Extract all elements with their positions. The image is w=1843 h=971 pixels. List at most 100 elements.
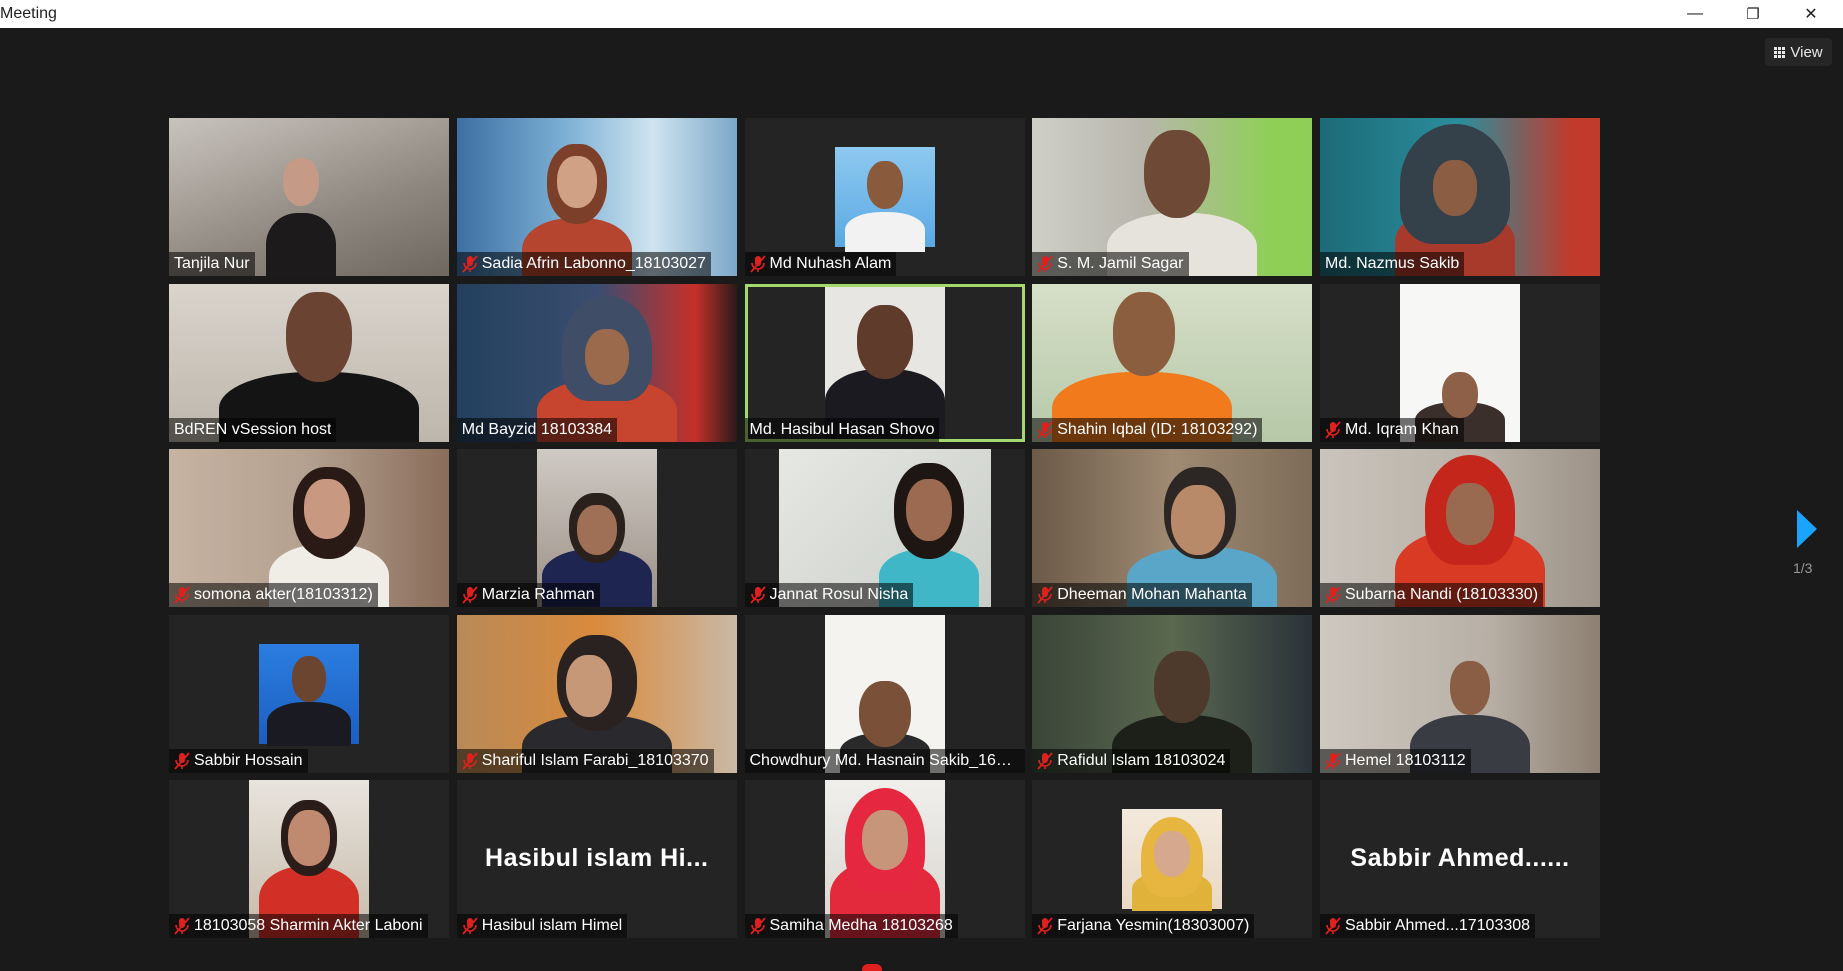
- grid-view-icon: [1774, 46, 1786, 58]
- participant-tile[interactable]: Tanjila Nur: [169, 118, 449, 276]
- participant-tile[interactable]: Sabbir Hossain: [169, 614, 449, 773]
- participant-name-bar: Dheeman Mohan Mahanta: [1032, 583, 1252, 607]
- participant-name-bar: somona akter(18103312): [169, 583, 378, 607]
- participant-name-bar: Chowdhury Md. Hasnain Sakib_1610...: [744, 748, 1025, 773]
- participant-name: 18103058 Sharmin Akter Laboni: [194, 917, 423, 934]
- participant-tile[interactable]: Md. Nazmus Sakib: [1320, 118, 1600, 276]
- participant-name-bar: Md. Iqram Khan: [1320, 417, 1464, 442]
- participant-name: Sabbir Hossain: [194, 751, 303, 769]
- view-button[interactable]: View: [1765, 38, 1832, 66]
- participant-name-bar: BdREN vSession host: [169, 417, 337, 442]
- participant-tile[interactable]: somona akter(18103312): [169, 449, 449, 607]
- muted-mic-icon: [1037, 751, 1053, 770]
- participant-tile[interactable]: Md Bayzid 18103384: [456, 283, 737, 442]
- participant-name: Farjana Yesmin(18303007): [1057, 917, 1250, 934]
- participant-tile[interactable]: Sadia Afrin Labonno_18103027: [456, 118, 737, 276]
- leave-button-edge[interactable]: [862, 964, 882, 971]
- participant-name: Tanjila Nur: [174, 255, 250, 272]
- participant-tile[interactable]: Farjana Yesmin(18303007): [1032, 780, 1313, 938]
- muted-mic-icon: [1037, 255, 1053, 273]
- muted-mic-icon: [1325, 751, 1341, 770]
- participant-tile[interactable]: Chowdhury Md. Hasnain Sakib_1610...: [744, 614, 1025, 773]
- participant-name-bar: Shariful Islam Farabi_18103370: [456, 748, 714, 773]
- participant-display-name: Sabbir Ahmed......: [1350, 844, 1570, 872]
- participant-tile[interactable]: S. M. Jamil Sagar: [1032, 118, 1313, 276]
- restore-button[interactable]: ❐: [1726, 0, 1780, 28]
- participant-tile[interactable]: Hemel 18103112: [1320, 614, 1600, 773]
- participant-name: Md. Iqram Khan: [1345, 420, 1459, 438]
- participant-tile[interactable]: Rafidul Islam 18103024: [1032, 614, 1313, 773]
- participant-name-bar: Sabbir Hossain: [169, 748, 308, 773]
- muted-mic-icon: [749, 917, 766, 935]
- profile-photo: [1122, 809, 1223, 911]
- participant-tile[interactable]: 18103058 Sharmin Akter Laboni: [169, 780, 449, 938]
- profile-photo: [834, 147, 935, 252]
- participant-tile[interactable]: Hasibul islam Hi... Hasibul islam Himel: [456, 780, 737, 938]
- participant-name-bar: Sabbir Ahmed...17103308: [1320, 914, 1536, 938]
- muted-mic-icon: [1037, 917, 1053, 935]
- participant-name: S. M. Jamil Sagar: [1057, 255, 1184, 272]
- muted-mic-icon: [174, 917, 190, 935]
- participant-tile[interactable]: Shahin Iqbal (ID: 18103292): [1032, 283, 1313, 442]
- participant-name-bar: Md Bayzid 18103384: [456, 417, 618, 442]
- participant-name: Shariful Islam Farabi_18103370: [481, 751, 709, 769]
- participant-name-bar: Sadia Afrin Labonno_18103027: [456, 252, 711, 276]
- participant-name: Marzia Rahman: [481, 586, 595, 603]
- participant-name-bar: Hemel 18103112: [1320, 748, 1471, 773]
- window-title: Meeting: [0, 5, 57, 22]
- participant-tile[interactable]: BdREN vSession host: [169, 283, 449, 442]
- participant-name-bar: Md. Nazmus Sakib: [1320, 252, 1465, 276]
- participant-name: Shahin Iqbal (ID: 18103292): [1057, 420, 1258, 438]
- participant-tile[interactable]: Shariful Islam Farabi_18103370: [456, 614, 737, 773]
- participant-name-bar: Hasibul islam Himel: [456, 914, 628, 938]
- active-speaker-tile[interactable]: Md. Hasibul Hasan Shovo: [744, 283, 1025, 442]
- participant-name-bar: Md Nuhash Alam: [744, 252, 897, 276]
- window-titlebar: Meeting — ❐ ✕: [0, 0, 1843, 28]
- participant-name: Dheeman Mohan Mahanta: [1057, 586, 1247, 603]
- participant-name: Sadia Afrin Labonno_18103027: [481, 255, 706, 272]
- participant-name: Chowdhury Md. Hasnain Sakib_1610...: [749, 751, 1020, 769]
- participant-name: Subarna Nandi (18103330): [1345, 586, 1539, 603]
- muted-mic-icon: [462, 255, 478, 273]
- muted-mic-icon: [462, 917, 478, 935]
- muted-mic-icon: [174, 751, 190, 770]
- participant-name: somona akter(18103312): [194, 586, 373, 603]
- participant-name: Sabbir Ahmed...17103308: [1345, 917, 1531, 934]
- profile-photo: [259, 643, 359, 746]
- muted-mic-icon: [749, 586, 766, 604]
- participant-name: BdREN vSession host: [174, 420, 332, 438]
- participant-tile[interactable]: Dheeman Mohan Mahanta: [1032, 449, 1313, 607]
- muted-mic-icon: [1037, 420, 1053, 439]
- view-label: View: [1790, 43, 1823, 61]
- minimize-button[interactable]: —: [1668, 0, 1722, 28]
- participant-display-name: Hasibul islam Hi...: [485, 844, 709, 872]
- participant-name-bar: Md. Hasibul Hasan Shovo: [744, 417, 940, 442]
- participant-name: Hemel 18103112: [1345, 751, 1466, 769]
- participant-name-bar: Marzia Rahman: [456, 583, 600, 607]
- participant-name-bar: Jannat Rosul Nisha: [744, 583, 914, 607]
- close-button[interactable]: ✕: [1784, 0, 1838, 28]
- participant-tile[interactable]: Md. Iqram Khan: [1320, 283, 1600, 442]
- next-page-arrow-icon[interactable]: [1797, 510, 1817, 548]
- participant-tile[interactable]: Jannat Rosul Nisha: [744, 449, 1025, 607]
- muted-mic-icon: [749, 255, 766, 273]
- participant-name: Rafidul Islam 18103024: [1057, 751, 1226, 769]
- participant-video: [824, 286, 945, 439]
- participant-tile[interactable]: Samiha Medha 18103268: [744, 780, 1025, 938]
- muted-mic-icon: [1325, 917, 1341, 935]
- participant-tile[interactable]: Subarna Nandi (18103330): [1320, 449, 1600, 607]
- muted-mic-icon: [462, 586, 478, 604]
- participant-name: Md. Nazmus Sakib: [1325, 255, 1460, 272]
- participant-name-bar: Shahin Iqbal (ID: 18103292): [1032, 417, 1263, 442]
- participant-name: Hasibul islam Himel: [481, 917, 623, 934]
- participant-name: Md. Hasibul Hasan Shovo: [749, 420, 935, 438]
- participant-grid: Tanjila Nur Sadia Afrin Labonno_18103027…: [169, 118, 1600, 938]
- participant-tile[interactable]: Sabbir Ahmed...... Sabbir Ahmed...171033…: [1320, 780, 1600, 938]
- muted-mic-icon: [1325, 586, 1341, 604]
- participant-tile[interactable]: Marzia Rahman: [456, 449, 737, 607]
- participant-name: Md Nuhash Alam: [769, 255, 892, 272]
- participant-name: Samiha Medha 18103268: [769, 917, 953, 934]
- participant-name: Md Bayzid 18103384: [461, 420, 613, 438]
- participant-tile[interactable]: Md Nuhash Alam: [744, 118, 1025, 276]
- page-indicator: 1/3: [1793, 560, 1813, 576]
